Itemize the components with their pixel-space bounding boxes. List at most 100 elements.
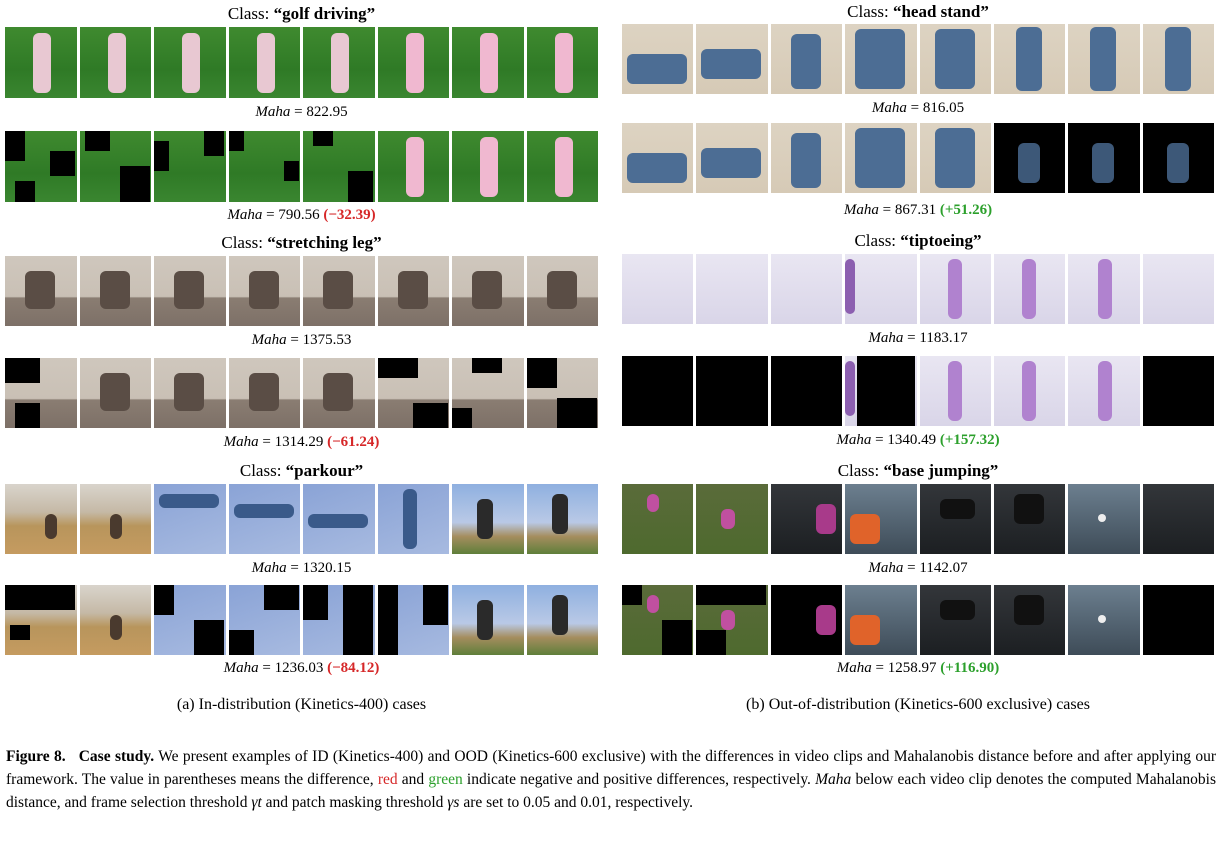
video-frame	[228, 585, 300, 655]
video-frame	[154, 358, 226, 428]
class-title: Class: “stretching leg”	[221, 233, 382, 252]
video-strip-masked	[622, 356, 1214, 426]
video-frame	[154, 131, 226, 202]
video-frame	[1068, 123, 1140, 193]
video-frame	[622, 356, 694, 426]
video-frame	[303, 131, 375, 202]
maha-before: Maha = 1142.07	[868, 560, 968, 576]
subcaption-a: (a) In-distribution (Kinetics-400) cases	[176, 696, 427, 713]
maha-after: Maha = 1258.97 (+116.90)	[836, 660, 1000, 676]
maha-after: Maha = 1314.29 (−61.24)	[223, 434, 380, 450]
video-frame	[1068, 484, 1140, 554]
video-frame	[1068, 24, 1140, 94]
class-title: Class: “head stand”	[847, 2, 989, 21]
video-frame	[622, 484, 694, 554]
video-frame	[993, 254, 1066, 324]
figure-caption: Figure 8. Case study. We present example…	[6, 748, 1217, 811]
video-frame	[526, 256, 598, 326]
video-strip-original	[5, 256, 598, 326]
video-frame	[228, 131, 300, 202]
video-frame	[919, 484, 991, 554]
video-frame	[919, 254, 991, 324]
video-frame	[154, 484, 226, 554]
video-frame	[770, 585, 843, 655]
video-frame	[526, 585, 598, 655]
video-frame	[303, 585, 375, 655]
video-frame	[377, 131, 449, 202]
video-frame	[696, 24, 768, 94]
video-frame	[696, 585, 768, 655]
video-frame	[622, 123, 694, 193]
video-frame	[770, 254, 843, 324]
video-strip-masked	[5, 131, 598, 202]
maha-before: Maha = 1375.53	[251, 332, 352, 348]
video-frame	[696, 123, 768, 193]
video-frame	[845, 356, 917, 426]
maha-before: Maha = 1183.17	[868, 330, 968, 346]
maha-after: Maha = 790.56 (−32.39)	[227, 207, 376, 223]
video-frame	[5, 484, 77, 554]
video-frame	[303, 484, 375, 554]
video-frame	[1068, 356, 1140, 426]
video-frame	[1142, 484, 1214, 554]
video-frame	[526, 27, 598, 98]
video-frame	[919, 24, 991, 94]
video-strip-masked	[5, 358, 598, 428]
video-frame	[770, 24, 843, 94]
video-strip-masked	[5, 585, 598, 655]
video-strip-original	[622, 484, 1214, 554]
video-frame	[622, 254, 694, 324]
video-strip-original	[5, 484, 598, 554]
maha-symbol: Maha	[815, 771, 852, 788]
video-frame	[696, 484, 768, 554]
video-frame	[79, 27, 151, 98]
video-frame	[452, 256, 524, 326]
video-frame	[303, 256, 375, 326]
video-frame	[377, 585, 449, 655]
video-frame	[79, 358, 151, 428]
video-frame	[303, 358, 375, 428]
video-frame	[79, 131, 151, 202]
video-frame	[5, 27, 77, 98]
maha-after: Maha = 1236.03 (−84.12)	[223, 660, 380, 676]
video-frame	[1142, 254, 1214, 324]
video-frame	[526, 131, 598, 202]
video-frame	[770, 484, 843, 554]
video-frame	[1142, 24, 1214, 94]
video-frame	[1068, 585, 1140, 655]
video-frame	[228, 484, 300, 554]
video-frame	[526, 358, 598, 428]
video-frame	[1142, 585, 1214, 655]
class-title: Class: “tiptoeing”	[854, 231, 982, 250]
video-frame	[5, 358, 77, 428]
video-frame	[377, 256, 449, 326]
class-title: Class: “base jumping”	[837, 461, 999, 480]
maha-after: Maha = 867.31 (+51.26)	[843, 202, 993, 218]
video-frame	[303, 27, 375, 98]
video-frame	[377, 27, 449, 98]
video-frame	[1142, 356, 1214, 426]
video-frame	[5, 131, 77, 202]
video-frame	[79, 585, 151, 655]
video-frame	[919, 356, 991, 426]
video-frame	[228, 27, 300, 98]
video-frame	[5, 585, 77, 655]
video-frame	[452, 585, 524, 655]
green-word: green	[428, 771, 463, 788]
video-frame	[696, 356, 768, 426]
video-frame	[993, 585, 1066, 655]
video-frame	[845, 585, 917, 655]
video-frame	[79, 484, 151, 554]
video-frame	[770, 123, 843, 193]
video-frame	[845, 254, 917, 324]
video-frame	[845, 123, 917, 193]
class-title: Class: “parkour”	[239, 461, 364, 480]
video-frame	[79, 256, 151, 326]
video-frame	[452, 27, 524, 98]
gamma-t-symbol: γt	[251, 794, 262, 811]
video-frame	[1142, 123, 1214, 193]
video-frame	[154, 27, 226, 98]
maha-after: Maha = 1340.49 (+157.32)	[836, 432, 1000, 448]
video-frame	[993, 123, 1066, 193]
video-frame	[993, 484, 1066, 554]
